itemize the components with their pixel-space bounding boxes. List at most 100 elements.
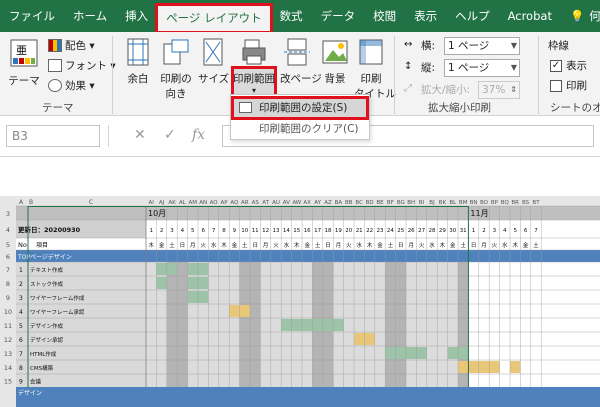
tell-me-label: 何をしますか [589, 9, 600, 23]
insert-function-icon[interactable]: fx [192, 127, 205, 143]
day-oct-21: 21 [356, 228, 363, 234]
day-oct-13: 13 [273, 228, 280, 234]
weekday-oct: 金 [377, 241, 383, 249]
cancel-icon[interactable]: ✕ [134, 127, 146, 143]
background-button[interactable]: 背景 [318, 38, 352, 86]
section-top-label: TOPページデザイン [17, 253, 72, 261]
tab-help[interactable]: ヘルプ [446, 0, 499, 32]
section-row-next [16, 387, 600, 407]
tell-me-search[interactable]: 💡 何をしますか [561, 0, 600, 32]
day-oct-6: 6 [201, 228, 205, 234]
colors-button[interactable]: 配色 ▾ [48, 38, 95, 53]
day-oct-29: 29 [439, 228, 446, 234]
orientation-button[interactable]: 印刷の 向き [158, 38, 194, 101]
column-header-BC: BC [355, 200, 363, 206]
task-no: 5 [19, 323, 23, 330]
weekday-oct: 金 [159, 241, 165, 249]
day-oct-4: 4 [181, 228, 185, 234]
print-area-dropdown: 印刷範囲の設定(S) 印刷範囲のクリア(C) [230, 94, 370, 140]
gridlines-print-checkbox[interactable]: 印刷 [550, 78, 587, 93]
orientation-icon [163, 39, 189, 65]
set-print-area-item[interactable]: 印刷範囲の設定(S) [231, 96, 369, 120]
weekday-oct: 月 [336, 242, 342, 249]
margins-button[interactable]: 余白 [122, 38, 154, 86]
set-print-area-label: 印刷範囲の設定(S) [259, 102, 348, 114]
tab-review[interactable]: 校閲 [364, 0, 405, 32]
weekend-column [239, 262, 250, 387]
row-header-12: 12 [4, 336, 12, 344]
row-header-11: 11 [4, 322, 12, 330]
column-header-BD: BD [366, 200, 374, 206]
tab-insert[interactable]: 挿入 [116, 0, 157, 32]
column-header-AU: AU [272, 200, 280, 206]
spinner-icon: ⇕ [510, 85, 517, 94]
gridlines-label: 枠線 [548, 40, 569, 52]
print-titles-button[interactable]: 印刷 タイトル [354, 38, 396, 101]
fonts-button[interactable]: フォント ▾ [48, 58, 116, 73]
width-select[interactable]: 1 ページ ▼ [444, 37, 520, 55]
weekend-column [177, 262, 188, 387]
weekday-oct: 金 [304, 241, 310, 249]
name-box[interactable]: B3 [6, 125, 100, 147]
tab-view[interactable]: 表示 [405, 0, 446, 32]
effects-button[interactable]: 効果 ▾ [48, 78, 95, 93]
gridlines-view-checkbox[interactable]: ✓ 表示 [550, 58, 587, 73]
effects-label: 効果 [65, 80, 86, 92]
month-label-nov: 11月 [470, 209, 488, 218]
scale-label: 拡大/縮小: [421, 84, 471, 96]
column-header-BQ: BQ [501, 200, 510, 206]
chevron-down-icon: ▼ [510, 41, 517, 50]
day-nov-1: 1 [472, 228, 476, 234]
tab-data[interactable]: データ [312, 0, 365, 32]
tab-page-layout[interactable]: ページ レイアウト [155, 3, 273, 34]
height-value: 1 ページ [448, 62, 490, 74]
enter-icon[interactable]: ✓ [164, 127, 176, 143]
weekday-oct: 金 [232, 241, 238, 249]
task-no: 3 [19, 295, 23, 302]
weekday-oct: 月 [408, 242, 414, 249]
column-header-AY: AY [314, 200, 321, 206]
day-nov-2: 2 [482, 228, 486, 234]
colors-icon [48, 39, 62, 52]
weekday-oct: 日 [180, 242, 186, 249]
weekday-nov: 土 [533, 241, 539, 249]
print-titles-icon [359, 39, 383, 65]
print-area-button[interactable]: 印刷範囲 ▾ [233, 38, 275, 95]
weekday-oct: 土 [388, 241, 394, 249]
gantt-sheet-svg: A B C AI AJ AK AL AM AN AO AP AQ AR AS AT AU AV AW AX AY AZ B… [0, 196, 600, 407]
size-button[interactable]: サイズ [198, 38, 229, 86]
tab-home[interactable]: ホーム [64, 0, 116, 32]
breaks-button[interactable]: 改ページ [280, 38, 322, 86]
effects-icon [48, 79, 62, 92]
background-label: 背景 [324, 73, 346, 85]
column-header-BO: BO [480, 200, 489, 206]
task-name: デザイン作成 [30, 322, 64, 330]
weekday-oct: 火 [200, 243, 206, 249]
weekend-column [385, 262, 396, 387]
theme-button[interactable]: 亜 テーマ [4, 38, 44, 88]
day-oct-9: 9 [233, 228, 237, 234]
tab-formulas[interactable]: 数式 [271, 0, 312, 32]
weekday-nov: 水 [502, 241, 508, 249]
spreadsheet-grid[interactable]: A B C AI AJ AK AL AM AN AO AP AQ AR AS AT AU AV AW AX AY AZ B… [0, 196, 600, 407]
height-label-row: ↕ 縦: [404, 60, 435, 75]
tab-acrobat[interactable]: Acrobat [499, 0, 561, 32]
height-select[interactable]: 1 ページ ▼ [444, 59, 520, 77]
tab-file[interactable]: ファイル [0, 0, 64, 32]
weekday-oct: 土 [315, 241, 321, 249]
scale-group-label: 拡大縮小印刷 [428, 102, 491, 114]
print-titles-label-1: 印刷 [360, 73, 382, 85]
print-area-label: 印刷範囲 [233, 73, 275, 85]
fonts-label: フォント [65, 60, 107, 72]
column-header-AI: AI [149, 200, 155, 206]
empty-checkbox-icon [550, 79, 562, 92]
item-header-label: 項目 [36, 242, 48, 249]
scale-spinner[interactable]: 37% ⇕ [478, 81, 520, 99]
column-header-BL: BL [449, 200, 457, 206]
column-header-AZ: AZ [324, 200, 332, 206]
scale-label-row: ⤢ 拡大/縮小: [404, 82, 470, 97]
day-nov-4: 4 [503, 228, 507, 234]
scale-icon: ⤢ [404, 83, 412, 94]
print-area-icon [242, 39, 266, 65]
clear-print-area-item[interactable]: 印刷範囲のクリア(C) [233, 119, 367, 139]
